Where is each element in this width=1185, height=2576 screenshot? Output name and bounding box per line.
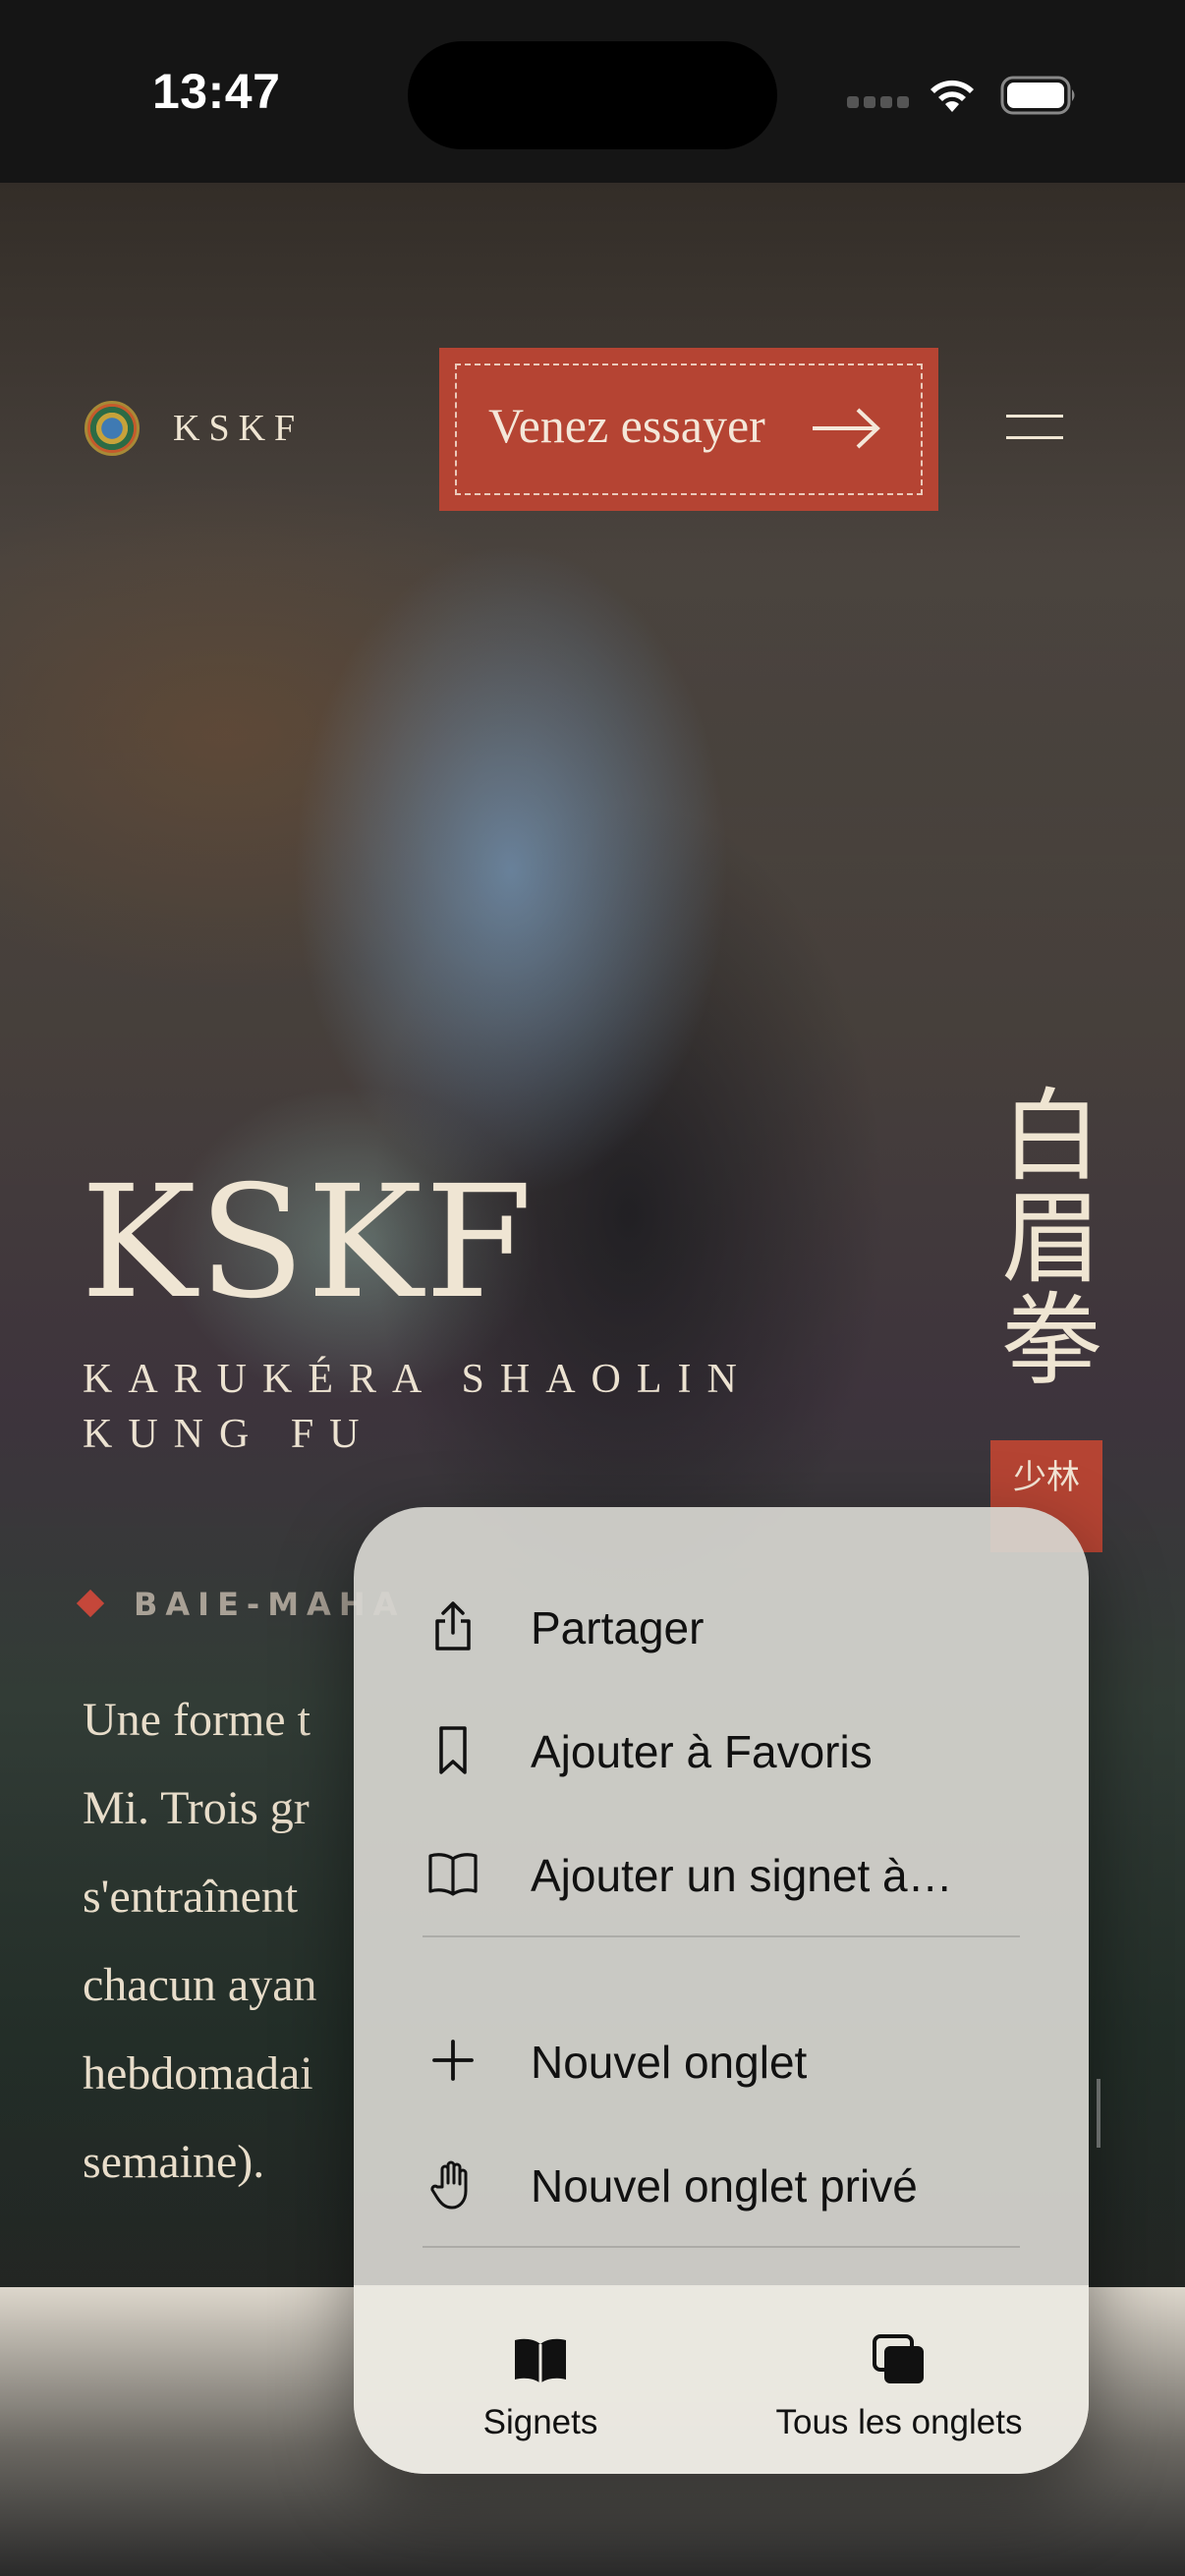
diamond-icon: [76, 1589, 105, 1618]
hamburger-menu-icon[interactable]: [1006, 411, 1065, 444]
menu-divider: [423, 2246, 1020, 2248]
bookmarks-label: Signets: [482, 2403, 598, 2441]
menu-bottom-bar: Signets Tous les onglets: [354, 2285, 1089, 2474]
book-icon: [428, 1853, 478, 1896]
wifi-icon: [931, 80, 974, 112]
arrow-right-icon: [813, 408, 880, 449]
menu-divider: [423, 1935, 1020, 1937]
bookmarks-book-icon: [515, 2338, 566, 2383]
status-time: 13:47: [152, 64, 281, 119]
share-icon: [435, 1601, 471, 1651]
menu-item-label: Ajouter un signet à…: [531, 1850, 953, 1901]
menu-item-add-favorites[interactable]: Ajouter à Favoris: [354, 1688, 1089, 1812]
all-tabs-label: Tous les onglets: [775, 2403, 1023, 2441]
browser-context-menu: Partager Ajouter à Favoris Ajouter un si…: [354, 1507, 1089, 2474]
menu-item-share[interactable]: Partager: [354, 1564, 1089, 1688]
cellular-signal-icon: [847, 96, 909, 112]
menu-item-add-bookmark[interactable]: Ajouter un signet à…: [354, 1812, 1089, 1935]
cta-label: Venez essayer: [488, 398, 765, 453]
hero-subtitle: KARUKÉRA SHAOLIN KUNG FU: [83, 1357, 753, 1457]
status-bar: 13:47: [0, 0, 1185, 183]
plus-icon: [432, 2040, 474, 2081]
menu-item-private-tab[interactable]: Nouvel onglet privé: [354, 2122, 1089, 2246]
scroll-indicator: [1097, 2079, 1100, 2148]
hero-title: KSKF: [81, 1152, 535, 1333]
bookmark-icon: [439, 1726, 467, 1774]
menu-item-label: Partager: [531, 1602, 705, 1653]
tabs-icon: [873, 2334, 924, 2383]
chinese-title: 白眉拳: [1001, 1079, 1101, 1400]
menu-item-label: Ajouter à Favoris: [531, 1726, 873, 1777]
hand-icon: [430, 2160, 468, 2210]
try-cta-button[interactable]: Venez essayer: [439, 348, 938, 511]
battery-icon: [1000, 76, 1075, 115]
bookmarks-button[interactable]: Signets: [423, 2285, 658, 2474]
menu-item-new-tab[interactable]: Nouvel onglet: [354, 1998, 1089, 2122]
site-logo-icon[interactable]: [85, 401, 140, 456]
dynamic-island: [408, 41, 777, 149]
menu-item-label: Nouvel onglet privé: [531, 2160, 918, 2212]
site-brand[interactable]: KSKF: [173, 407, 304, 450]
menu-item-label: Nouvel onglet: [531, 2037, 808, 2088]
all-tabs-button[interactable]: Tous les onglets: [737, 2285, 1061, 2474]
